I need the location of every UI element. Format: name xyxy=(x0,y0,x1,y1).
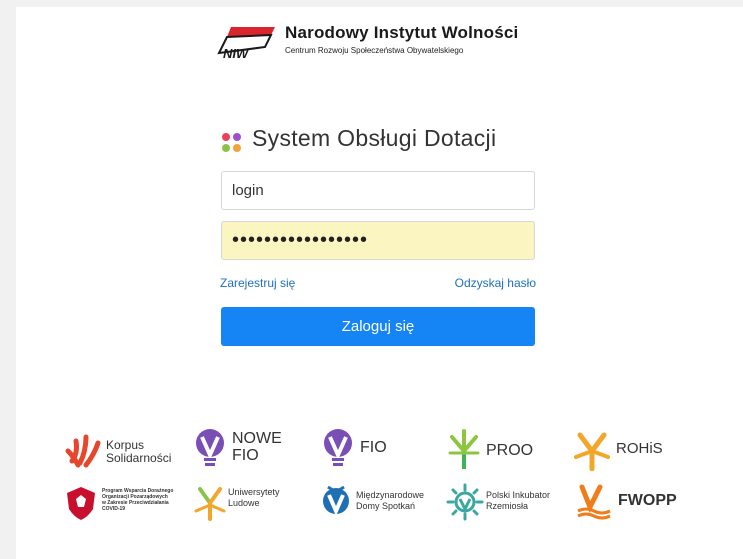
hand-icon xyxy=(65,434,101,468)
nowefio-line1: NOWE xyxy=(232,430,282,447)
pir-line1: Polski Inkubator xyxy=(486,490,551,500)
fwopp-logo: FWOPP xyxy=(576,481,686,521)
korpus-line2: Solidarności xyxy=(106,451,172,465)
fio-logo: FIO xyxy=(320,427,400,467)
dot-red xyxy=(222,133,230,141)
uniwersytety-line2: Ludowe xyxy=(228,498,260,508)
fwopp-label: FWOPP xyxy=(618,492,677,509)
covid-line4: COVID-19 xyxy=(102,506,126,512)
dot-purple xyxy=(233,133,241,141)
app-dots-icon xyxy=(222,133,242,153)
pir-logo: Polski Inkubator Rzemiosła xyxy=(446,483,566,523)
app-title: System Obsługi Dotacji xyxy=(222,125,542,155)
pir-line2: Rzemiosła xyxy=(486,501,529,511)
uniwersytety-ludowe-logo: Uniwersytety Ludowe xyxy=(192,481,302,521)
org-title: Narodowy Instytut Wolności xyxy=(285,23,519,42)
bulb-icon xyxy=(324,429,352,466)
sprout-icon xyxy=(448,429,480,469)
sparkle-icon xyxy=(574,432,610,471)
wave-icon xyxy=(577,484,611,520)
register-link[interactable]: Zarejestruj się xyxy=(220,276,295,290)
mds-line1: Międzynarodowe xyxy=(356,490,425,500)
rohis-logo: ROHiS xyxy=(572,429,682,471)
bulb-icon xyxy=(196,429,224,466)
sparkle-icon xyxy=(194,487,226,521)
app-title-text: System Obsługi Dotacji xyxy=(252,125,497,151)
nowefio-line2: FIO xyxy=(232,447,259,464)
bulb-icon xyxy=(323,485,349,516)
korpus-line1: Korpus xyxy=(106,438,145,452)
covid-program-logo: Program Wsparcia Doraźnego Organizacji P… xyxy=(64,485,194,525)
recover-password-link[interactable]: Odzyskaj hasło xyxy=(455,276,536,290)
org-subtitle: Centrum Rozwoju Społeczeństwa Obywatelsk… xyxy=(285,46,464,55)
niw-logo: NIW Narodowy Instytut Wolności Centrum R… xyxy=(217,21,547,65)
sun-icon xyxy=(446,483,484,521)
mds-line2: Domy Spotkań xyxy=(356,501,416,511)
proo-logo: PROO xyxy=(446,429,546,469)
fio-label: FIO xyxy=(360,439,387,456)
shield-icon xyxy=(67,487,95,520)
dot-green xyxy=(222,144,230,152)
login-page: NIW Narodowy Instytut Wolności Centrum R… xyxy=(16,7,743,559)
dot-orange xyxy=(233,144,241,152)
nowe-fio-logo: NOWE FIO xyxy=(192,427,292,467)
proo-label: PROO xyxy=(486,442,534,459)
login-input[interactable] xyxy=(221,171,535,210)
niw-logo-icon: NIW xyxy=(217,27,275,61)
korpus-solidarnosci-logo: Korpus Solidarności xyxy=(64,431,184,471)
niw-logo-text: NIW xyxy=(223,46,250,61)
uniwersytety-line1: Uniwersytety xyxy=(228,487,280,497)
mds-logo: Międzynarodowe Domy Spotkań xyxy=(320,483,450,523)
password-input[interactable] xyxy=(221,221,535,260)
login-button[interactable]: Zaloguj się xyxy=(221,307,535,346)
rohis-label: ROHiS xyxy=(616,440,663,457)
